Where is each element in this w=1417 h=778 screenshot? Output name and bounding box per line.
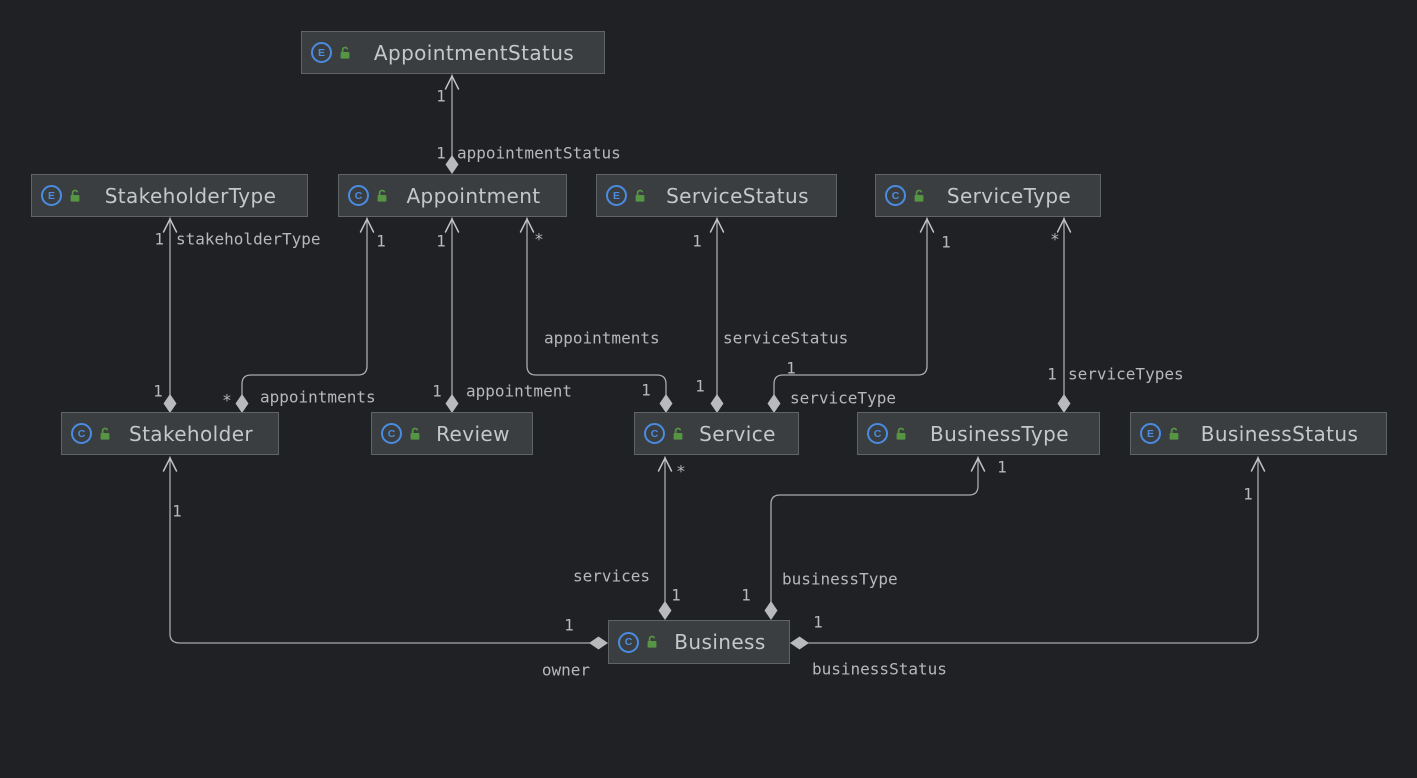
node-title: BusinessStatus xyxy=(1181,422,1378,446)
node-title: AppointmentStatus xyxy=(352,41,596,65)
node-title: ServiceType xyxy=(926,184,1092,208)
class-icon: C xyxy=(71,423,92,444)
aggregation-diamond-icon xyxy=(589,637,608,650)
unlocked-icon xyxy=(645,635,659,649)
diagram-canvas[interactable]: E AppointmentStatus E StakeholderType C Appoi… xyxy=(0,0,1417,778)
class-icon: C xyxy=(644,423,665,444)
node-stakeholder-type[interactable]: E StakeholderType xyxy=(31,174,308,217)
class-icon: C xyxy=(381,423,402,444)
aggregation-diamond-icon xyxy=(660,394,673,413)
node-appointment-status[interactable]: E AppointmentStatus xyxy=(301,31,605,74)
node-title: BusinessType xyxy=(908,422,1091,446)
node-service-status[interactable]: E ServiceStatus xyxy=(596,174,837,217)
class-icon: C xyxy=(885,185,906,206)
unlocked-icon xyxy=(408,427,422,441)
aggregation-diamond-icon xyxy=(236,394,249,413)
unlocked-icon xyxy=(894,427,908,441)
edge-businesstype[interactable] xyxy=(771,457,978,602)
aggregation-diamond-icon xyxy=(446,394,459,413)
edge-servicetype[interactable] xyxy=(774,218,927,395)
node-business[interactable]: C Business xyxy=(608,620,790,664)
class-icon: C xyxy=(867,423,888,444)
edge-appointments-stakeholder-[interactable] xyxy=(242,218,367,395)
aggregation-diamond-icon xyxy=(446,155,459,174)
node-service-type[interactable]: C ServiceType xyxy=(875,174,1101,217)
enum-icon: E xyxy=(606,185,627,206)
node-title: Stakeholder xyxy=(112,422,270,446)
class-icon: C xyxy=(348,185,369,206)
unlocked-icon xyxy=(671,427,685,441)
aggregation-diamond-icon xyxy=(790,637,809,650)
node-appointment[interactable]: C Appointment xyxy=(338,174,567,217)
node-stakeholder[interactable]: C Stakeholder xyxy=(61,412,279,455)
node-business-type[interactable]: C BusinessType xyxy=(857,412,1100,455)
unlocked-icon xyxy=(68,189,82,203)
node-title: Appointment xyxy=(389,184,558,208)
node-title: Review xyxy=(422,422,524,446)
edge-businessstatus[interactable] xyxy=(808,457,1258,643)
node-service[interactable]: C Service xyxy=(634,412,799,455)
node-title: ServiceStatus xyxy=(647,184,828,208)
aggregation-diamond-icon xyxy=(711,394,724,413)
enum-icon: E xyxy=(1140,423,1161,444)
unlocked-icon xyxy=(98,427,112,441)
unlocked-icon xyxy=(912,189,926,203)
aggregation-diamond-icon xyxy=(164,394,177,413)
edge-appointments-service-[interactable] xyxy=(527,218,666,395)
aggregation-diamond-icon xyxy=(1058,394,1071,413)
aggregation-diamond-icon xyxy=(768,394,781,413)
edge-owner[interactable] xyxy=(170,457,590,643)
node-business-status[interactable]: E BusinessStatus xyxy=(1130,412,1387,455)
enum-icon: E xyxy=(41,185,62,206)
unlocked-icon xyxy=(338,46,352,60)
class-icon: C xyxy=(618,632,639,653)
unlocked-icon xyxy=(1167,427,1181,441)
node-review[interactable]: C Review xyxy=(371,412,533,455)
node-title: Business xyxy=(659,630,781,654)
unlocked-icon xyxy=(375,189,389,203)
enum-icon: E xyxy=(311,42,332,63)
unlocked-icon xyxy=(633,189,647,203)
aggregation-diamond-icon xyxy=(765,601,778,620)
aggregation-diamond-icon xyxy=(659,601,672,620)
node-title: StakeholderType xyxy=(82,184,299,208)
node-title: Service xyxy=(685,422,790,446)
